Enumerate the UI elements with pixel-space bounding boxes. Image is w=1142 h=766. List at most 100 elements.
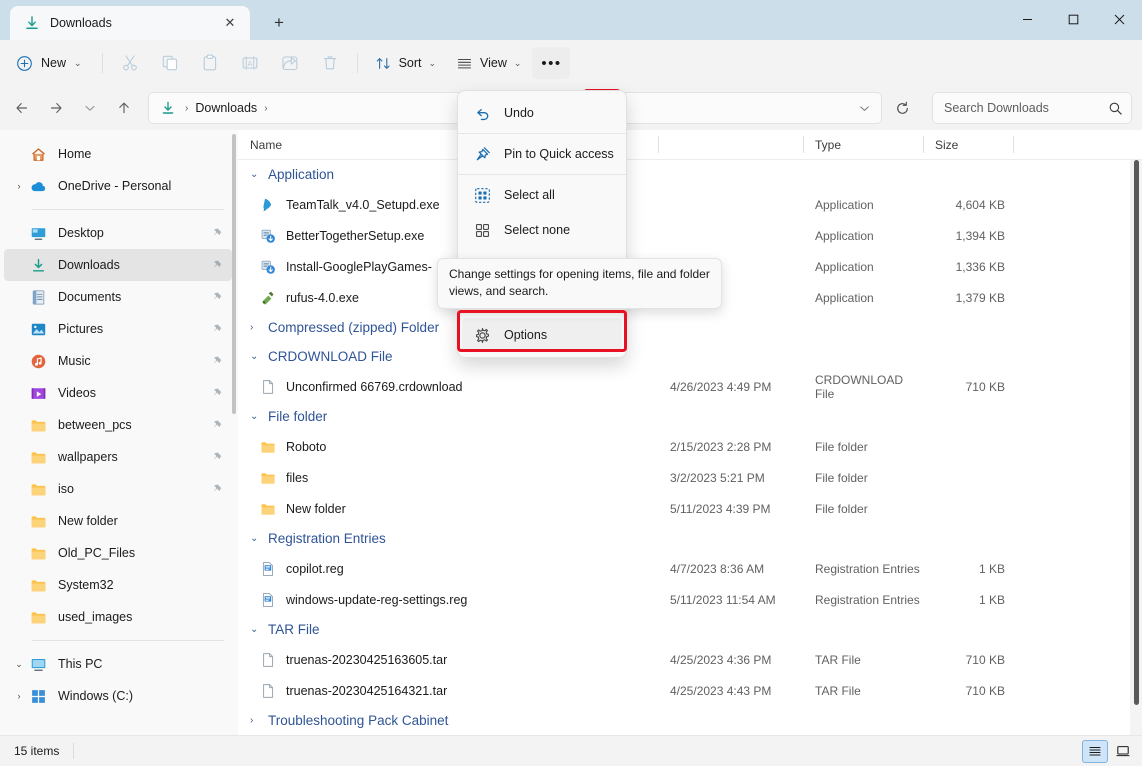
sidebar-scrollbar[interactable] bbox=[232, 134, 236, 414]
chevron-down-icon[interactable]: ⌄ bbox=[250, 624, 268, 635]
chevron-right-icon[interactable]: › bbox=[250, 322, 268, 333]
close-window-button[interactable] bbox=[1096, 0, 1142, 38]
chevron-down-icon[interactable]: ⌄ bbox=[250, 351, 268, 362]
large-icons-view-button[interactable] bbox=[1110, 740, 1136, 763]
breadcrumb-dropdown-icon[interactable] bbox=[851, 95, 877, 121]
tab-downloads[interactable]: Downloads ✕ bbox=[10, 6, 250, 40]
column-header-type[interactable]: Type bbox=[803, 135, 923, 155]
file-group-header[interactable]: ⌄TAR File bbox=[238, 615, 1142, 644]
new-button[interactable]: New ⌄ bbox=[8, 47, 94, 79]
up-button[interactable] bbox=[108, 92, 140, 124]
cut-button[interactable] bbox=[111, 47, 149, 79]
forward-button[interactable] bbox=[40, 92, 72, 124]
view-button[interactable]: View ⌄ bbox=[447, 47, 530, 79]
file-pane-scrollbar-thumb[interactable] bbox=[1134, 160, 1139, 705]
sidebar-item-label: iso bbox=[58, 482, 74, 496]
sidebar-item-documents[interactable]: Documents bbox=[4, 281, 232, 313]
file-group-header[interactable]: ⌄Registration Entries bbox=[238, 524, 1142, 553]
chevron-down-icon[interactable]: ⌄ bbox=[250, 411, 268, 422]
sidebar-item-old-pc-files[interactable]: Old_PC_Files bbox=[4, 537, 232, 569]
file-row[interactable]: Roboto2/15/2023 2:28 PMFile folder bbox=[238, 431, 1142, 462]
file-row[interactable]: truenas-20230425163605.tar4/25/2023 4:36… bbox=[238, 644, 1142, 675]
search-icon[interactable] bbox=[1108, 101, 1123, 116]
file-group-header[interactable]: ›Troubleshooting Pack Cabinet bbox=[238, 706, 1142, 735]
pin-icon[interactable] bbox=[210, 387, 223, 400]
chevron-down-icon[interactable]: ⌄ bbox=[250, 169, 268, 180]
pin-icon[interactable] bbox=[210, 451, 223, 464]
sidebar-item-wallpapers[interactable]: wallpapers bbox=[4, 441, 232, 473]
pin-icon[interactable] bbox=[210, 355, 223, 368]
sidebar-item-windows-c[interactable]: ›Windows (C:) bbox=[4, 680, 232, 712]
recent-locations-button[interactable] bbox=[74, 92, 106, 124]
sidebar-item-downloads[interactable]: Downloads bbox=[4, 249, 232, 281]
menu-item-undo[interactable]: Undo bbox=[462, 96, 622, 130]
back-button[interactable] bbox=[6, 92, 38, 124]
sidebar-item-pictures[interactable]: Pictures bbox=[4, 313, 232, 345]
rename-button[interactable]: A bbox=[231, 47, 269, 79]
file-row[interactable]: truenas-20230425164321.tar4/25/2023 4:43… bbox=[238, 675, 1142, 706]
share-button[interactable] bbox=[271, 47, 309, 79]
file-row[interactable]: copilot.reg4/7/2023 8:36 AMRegistration … bbox=[238, 553, 1142, 584]
breadcrumb-separator-2[interactable]: › bbox=[257, 103, 274, 114]
chevron-icon[interactable]: › bbox=[8, 685, 30, 707]
search-input[interactable]: Search Downloads bbox=[944, 101, 1108, 115]
sidebar-item-label: This PC bbox=[58, 657, 102, 671]
close-tab-icon[interactable]: ✕ bbox=[218, 11, 242, 35]
pin-icon[interactable] bbox=[210, 291, 223, 304]
maximize-button[interactable] bbox=[1050, 0, 1096, 38]
delete-button[interactable] bbox=[311, 47, 349, 79]
column-header-date[interactable] bbox=[658, 135, 803, 155]
view-label: View bbox=[480, 56, 507, 70]
breadcrumb-downloads[interactable]: Downloads bbox=[195, 101, 257, 115]
details-view-button[interactable] bbox=[1082, 740, 1108, 763]
pin-icon[interactable] bbox=[210, 227, 223, 240]
pin-icon[interactable] bbox=[210, 483, 223, 496]
reg-file-icon bbox=[260, 592, 276, 608]
file-group-header[interactable]: ⌄CRDOWNLOAD File bbox=[238, 342, 1142, 371]
file-row[interactable]: files3/2/2023 5:21 PMFile folder bbox=[238, 462, 1142, 493]
sidebar-item-onedrive-personal[interactable]: ›OneDrive - Personal bbox=[4, 170, 232, 202]
sidebar-item-this-pc[interactable]: ⌄ This PC bbox=[4, 648, 232, 680]
chevron-icon[interactable]: ⌄ bbox=[8, 653, 30, 675]
sidebar-item-new-folder[interactable]: New folder bbox=[4, 505, 232, 537]
sidebar-item-videos[interactable]: Videos bbox=[4, 377, 232, 409]
file-pane-scrollbar-track[interactable] bbox=[1130, 160, 1142, 735]
menu-item-pin-to-quick-access[interactable]: Pin to Quick access bbox=[462, 137, 622, 171]
file-date: 3/2/2023 5:21 PM bbox=[658, 471, 803, 485]
sidebar-item-between-pcs[interactable]: between_pcs bbox=[4, 409, 232, 441]
sidebar-item-home[interactable]: Home bbox=[4, 138, 232, 170]
file-row[interactable]: TeamTalk_v4.0_Setupd.exeApplication4,604… bbox=[238, 189, 1142, 220]
sidebar-item-used-images[interactable]: used_images bbox=[4, 601, 232, 633]
file-group-header[interactable]: ⌄Application bbox=[238, 160, 1142, 189]
minimize-button[interactable] bbox=[1004, 0, 1050, 38]
sidebar-item-desktop[interactable]: Desktop bbox=[4, 217, 232, 249]
file-group-header[interactable]: ⌄File folder bbox=[238, 402, 1142, 431]
new-tab-button[interactable]: + bbox=[264, 8, 294, 38]
paste-button[interactable] bbox=[191, 47, 229, 79]
sort-button[interactable]: Sort ⌄ bbox=[366, 47, 445, 79]
pin-icon[interactable] bbox=[210, 259, 223, 272]
file-name-cell: Unconfirmed 66769.crdownload bbox=[238, 379, 658, 395]
column-header-size[interactable]: Size bbox=[923, 135, 1013, 155]
pin-icon[interactable] bbox=[210, 323, 223, 336]
chevron-right-icon[interactable]: › bbox=[250, 715, 268, 726]
sidebar-item-iso[interactable]: iso bbox=[4, 473, 232, 505]
file-row[interactable]: windows-update-reg-settings.reg5/11/2023… bbox=[238, 584, 1142, 615]
see-more-button[interactable]: ••• bbox=[532, 47, 570, 79]
sidebar-item-music[interactable]: Music bbox=[4, 345, 232, 377]
refresh-button[interactable] bbox=[886, 92, 918, 124]
copy-button[interactable] bbox=[151, 47, 189, 79]
menu-item-select-all[interactable]: Select all bbox=[462, 178, 622, 212]
menu-item-options[interactable]: Options bbox=[462, 318, 622, 352]
pin-icon[interactable] bbox=[210, 419, 223, 432]
file-row[interactable]: Unconfirmed 66769.crdownload4/26/2023 4:… bbox=[238, 371, 1142, 402]
file-row[interactable]: BetterTogetherSetup.exeApplication1,394 … bbox=[238, 220, 1142, 251]
file-row[interactable]: New folder5/11/2023 4:39 PMFile folder bbox=[238, 493, 1142, 524]
search-box[interactable]: Search Downloads bbox=[932, 92, 1132, 124]
expand-spacer bbox=[8, 286, 30, 308]
chevron-down-icon[interactable]: ⌄ bbox=[250, 533, 268, 544]
chevron-icon[interactable]: › bbox=[8, 175, 30, 197]
sidebar-item-system32[interactable]: System32 bbox=[4, 569, 232, 601]
menu-item-select-none[interactable]: Select none bbox=[462, 213, 622, 247]
file-group-header[interactable]: ›Compressed (zipped) Folder bbox=[238, 313, 1142, 342]
